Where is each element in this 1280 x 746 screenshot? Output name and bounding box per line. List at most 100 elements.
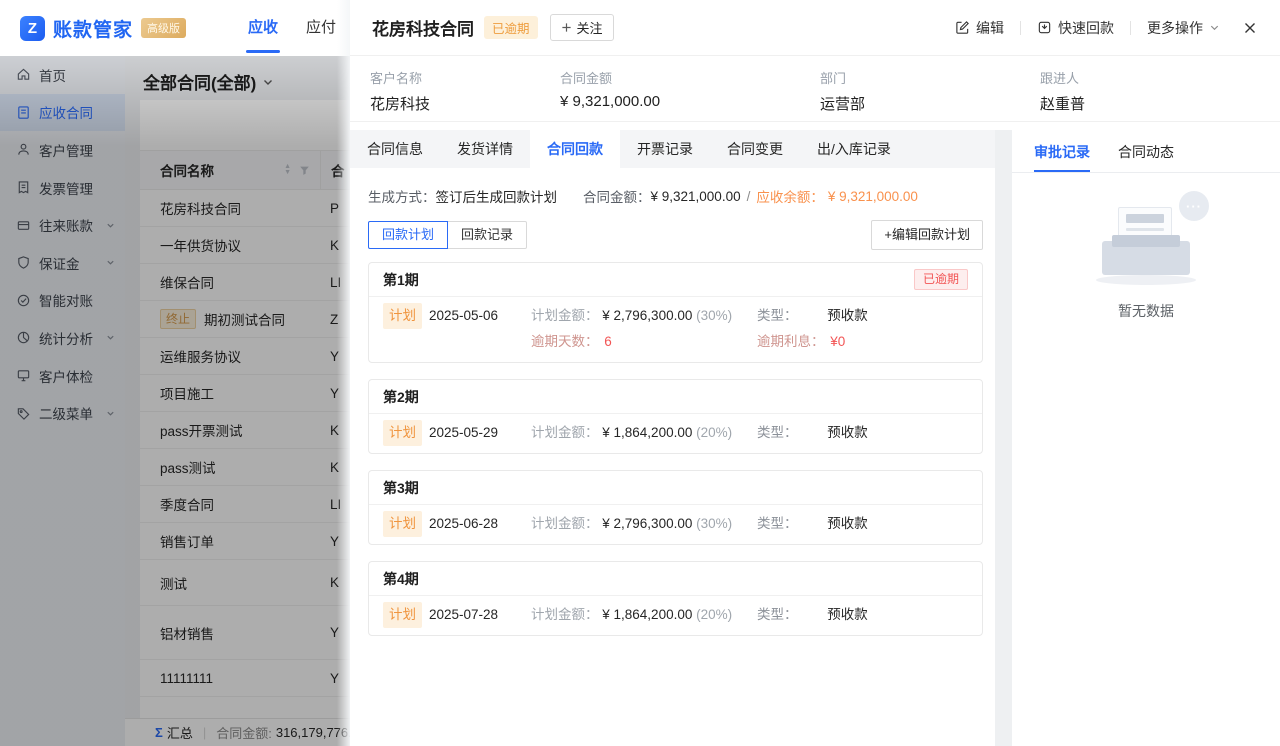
receivable-balance-value: ¥ 9,321,000.00 [828,189,918,204]
overdue-days-value: 6 [604,334,612,349]
summary-value: 运营部 [820,93,1040,114]
plan-amount: 计划金额： ¥ 2,796,300.00 (30%) [531,303,757,329]
plan-amount-value: ¥ 1,864,200.00 [602,607,692,622]
plan-amount-value: ¥ 2,796,300.00 [602,516,692,531]
type-label: 类型： [757,516,798,531]
separator: / [747,189,751,204]
overdue-interest: 逾期利息： ¥0 [757,329,968,355]
edit-plan-button[interactable]: +编辑回款计划 [871,220,983,250]
period-title: 第3期 [383,478,419,498]
summary-label: 客户名称 [370,68,560,87]
contract-summary-bar: 客户名称 花房科技 合同金额 ¥ 9,321,000.00 部门 运营部 跟进人… [350,56,1280,122]
page: Z 账款管家 高级版 应收 应付 核算 首页 应收合同 客户管理 发票管理 [0,0,1280,746]
more-actions-label: 更多操作 [1147,18,1203,38]
summary-value: 赵重普 [1040,93,1085,114]
overdue-days-label: 逾期天数： [531,334,599,349]
plus-icon [561,22,572,33]
generation-label: 生成方式： [368,186,436,206]
plan-type: 类型： 预收款 [757,511,968,537]
period-body: 计划 2025-05-29 计划金额： ¥ 1,864,200.00 (20%)… [369,414,982,453]
tab-contract-changes[interactable]: 合同变更 [710,130,800,168]
period-body: 计划 2025-05-06 计划金额： ¥ 2,796,300.00 (30%)… [369,297,982,362]
tab-shipping-detail[interactable]: 发货详情 [440,130,530,168]
nav-receivable[interactable]: 应收 [234,0,292,56]
plan-amount-value: ¥ 2,796,300.00 [602,308,692,323]
plan-amount-label: 计划金额： [531,308,599,323]
plan-tag: 计划 [383,511,422,537]
plan-type: 类型： 预收款 [757,303,968,329]
toggle-payment-plan[interactable]: 回款计划 [368,221,448,249]
plan-amount: 计划金额： ¥ 2,796,300.00 (30%) [531,511,757,537]
plan-amount-label: 计划金额： [531,516,599,531]
empty-state: ··· 暂无数据 [1012,199,1280,321]
divider [1020,21,1021,35]
tab-invoice-records[interactable]: 开票记录 [620,130,710,168]
plan-date: 2025-06-28 [429,511,531,537]
quick-payment-icon [1037,20,1052,35]
plan-toolbar: 回款计划 回款记录 +编辑回款计划 [368,220,983,250]
close-icon[interactable] [1242,20,1258,36]
more-actions-button[interactable]: 更多操作 [1147,18,1220,38]
plan-percent: (20%) [696,425,732,440]
drawer-title: 花房科技合同 [372,15,474,40]
period-title: 第1期 [383,270,419,290]
plan-type: 类型： 预收款 [757,420,968,446]
logo-icon: Z [20,16,45,41]
overdue-interest-value: ¥0 [830,334,845,349]
tab-inventory-records[interactable]: 出/入库记录 [800,130,908,168]
plan-generation-line: 生成方式： 签订后生成回款计划 合同金额： ¥ 9,321,000.00 / 应… [368,186,983,206]
summary-amount: 合同金额 ¥ 9,321,000.00 [560,68,820,110]
approval-panel: 审批记录 合同动态 ··· 暂无数据 [1012,130,1280,746]
summary-department: 部门 运营部 [820,68,1040,114]
follow-button[interactable]: 关注 [550,14,614,41]
period-body: 计划 2025-07-28 计划金额： ¥ 1,864,200.00 (20%)… [369,596,982,635]
divider [1130,21,1131,35]
summary-value: ¥ 9,321,000.00 [560,93,820,110]
plan-amount: 计划金额： ¥ 1,864,200.00 (20%) [531,602,757,628]
period-header: 第3期 [369,471,982,505]
app-title: 账款管家 [53,15,133,42]
payment-tab-content: 生成方式： 签订后生成回款计划 合同金额： ¥ 9,321,000.00 / 应… [350,168,995,746]
summary-customer: 客户名称 花房科技 [370,68,560,114]
period-header: 第2期 [369,380,982,414]
tab-contract-info[interactable]: 合同信息 [350,130,440,168]
message-bubble-icon: ··· [1179,191,1209,221]
plan-date: 2025-07-28 [429,602,531,628]
period-header: 第1期 已逾期 [369,263,982,297]
plan-amount-value: ¥ 1,864,200.00 [602,425,692,440]
edit-button[interactable]: 编辑 [955,18,1004,38]
plan-type: 类型： 预收款 [757,602,968,628]
empty-illustration: ··· [1091,199,1201,285]
detail-tabbar: 合同信息 发货详情 合同回款 开票记录 合同变更 出/入库记录 [350,130,995,168]
dots-icon: ··· [1186,199,1202,214]
plan-amount: 计划金额： ¥ 1,864,200.00 (20%) [531,420,757,446]
plan-percent: (30%) [696,308,732,323]
toggle-payment-records[interactable]: 回款记录 [447,221,527,249]
plan-tag: 计划 [383,420,422,446]
type-value: 预收款 [827,308,868,323]
plan-date: 2025-05-29 [429,420,531,446]
contract-detail-drawer: 花房科技合同 已逾期 关注 编辑 快速回款 更多操作 [350,0,1280,746]
type-label: 类型： [757,607,798,622]
tab-contract-payment[interactable]: 合同回款 [530,130,620,168]
app-logo[interactable]: Z 账款管家 高级版 [20,15,186,42]
receivable-balance-label: 应收余额： [756,186,824,206]
drawer-main: 合同信息 发货详情 合同回款 开票记录 合同变更 出/入库记录 生成方式： 签订… [350,130,995,746]
inbox-tray-icon [1102,241,1190,275]
quick-payment-button[interactable]: 快速回款 [1037,18,1114,38]
drawer-actions: 编辑 快速回款 更多操作 [955,18,1258,38]
tab-approval-records[interactable]: 审批记录 [1034,142,1090,172]
plan-date: 2025-05-06 [429,303,531,329]
plan-amount-label: 计划金额： [531,607,599,622]
shadow [1096,275,1196,285]
plan-tag: 计划 [383,602,422,628]
edit-icon [955,20,970,35]
period-title: 第2期 [383,387,419,407]
overdue-interest-label: 逾期利息： [757,334,825,349]
chevron-down-icon [1209,22,1220,33]
tab-contract-activity[interactable]: 合同动态 [1118,142,1174,172]
period-body: 计划 2025-06-28 计划金额： ¥ 2,796,300.00 (30%)… [369,505,982,544]
type-value: 预收款 [827,516,868,531]
payment-period-card: 第3期 计划 2025-06-28 计划金额： ¥ 2,796,300.00 (… [368,470,983,545]
type-label: 类型： [757,425,798,440]
